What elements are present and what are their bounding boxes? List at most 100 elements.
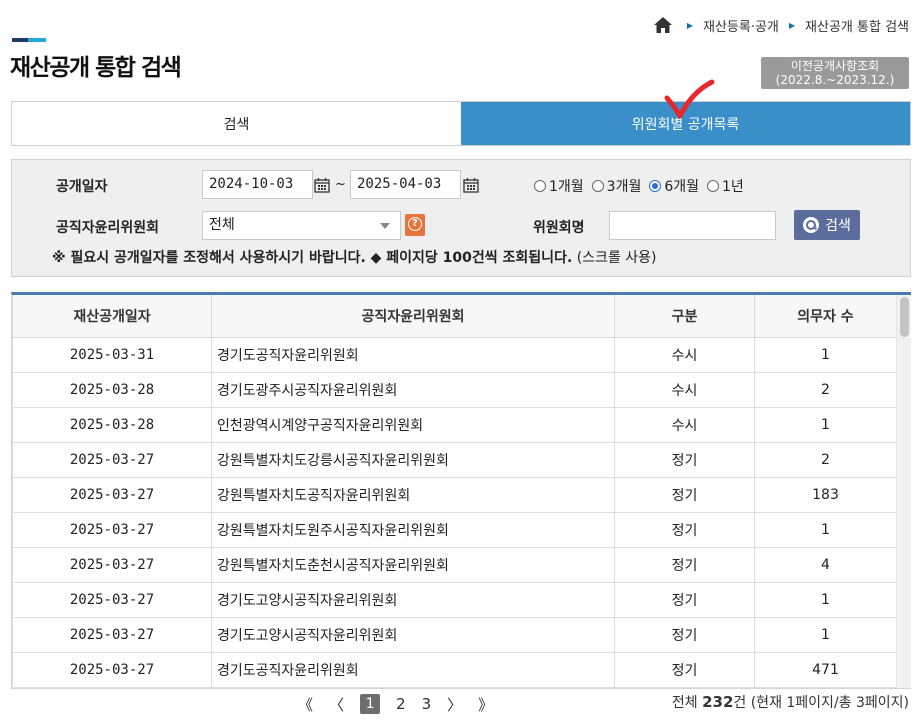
results-table: 재산공개일자 공직자윤리위원회 구분 의무자 수 2025-03-31 경기도공… [12,295,897,688]
calendar-icon[interactable] [314,177,330,193]
breadcrumb: ▶ 재산등록·공개 ▶ 재산공개 통합 검색 [653,14,909,36]
cell-count: 1 [754,616,897,653]
table-row[interactable]: 2025-03-27 경기도공직자윤리위원회 정기 471 [12,651,897,688]
cell-type: 정기 [614,546,755,583]
cell-date: 2025-03-27 [12,581,212,618]
cell-count: 1 [754,406,897,443]
table-row[interactable]: 2025-03-28 인천광역시계양구공직자윤리위원회 수시 1 [12,406,897,443]
column-header-committee[interactable]: 공직자윤리위원회 [211,295,615,338]
cell-committee[interactable]: 경기도공직자윤리위원회 [211,336,615,373]
calendar-icon[interactable] [463,177,479,193]
cell-type: 정기 [614,441,755,478]
cell-date: 2025-03-27 [12,651,212,688]
cell-committee[interactable]: 강원특별자치도공직자윤리위원회 [211,476,615,513]
notice-bold-text: ※ 필요시 공개일자를 조정해서 사용하시기 바랍니다. ◆ 페이지당 100건… [52,250,573,266]
cell-type: 수시 [614,371,755,408]
cell-type: 정기 [614,581,755,618]
period-radio-1year[interactable]: 1년 [707,176,744,196]
period-radio-group: 1개월 3개월 6개월 1년 [534,176,744,196]
cell-committee[interactable]: 인천광역시계양구공직자윤리위원회 [211,406,615,443]
table-row[interactable]: 2025-03-27 강원특별자치도원주시공직자윤리위원회 정기 1 [12,511,897,548]
cell-count: 471 [754,651,897,688]
table-scrollbar[interactable] [896,295,911,688]
date-range-separator: ~ [335,177,346,192]
notice-text: ※ 필요시 공개일자를 조정해서 사용하시기 바랍니다. ◆ 페이지당 100건… [52,247,657,267]
page-number-current[interactable]: 1 [360,694,381,714]
column-header-date[interactable]: 재산공개일자 [12,295,212,338]
cell-date: 2025-03-27 [12,476,212,513]
committee-name-input[interactable] [609,211,776,240]
page-number[interactable]: 3 [422,695,432,713]
cell-committee[interactable]: 강원특별자치도춘천시공직자윤리위원회 [211,546,615,583]
cell-date: 2025-03-27 [12,441,212,478]
prev-page-icon[interactable]: 〈 [329,694,344,715]
breadcrumb-separator-icon: ▶ [788,20,796,30]
table-row[interactable]: 2025-03-27 강원특별자치도공직자윤리위원회 정기 183 [12,476,897,513]
cell-type: 정기 [614,651,755,688]
chevron-down-icon [380,223,390,229]
cell-count: 2 [754,371,897,408]
cell-committee[interactable]: 경기도고양시공직자윤리위원회 [211,581,615,618]
cell-date: 2025-03-28 [12,406,212,443]
table-row[interactable]: 2025-03-31 경기도공직자윤리위원회 수시 1 [12,336,897,373]
cell-committee[interactable]: 강원특별자치도원주시공직자윤리위원회 [211,511,615,548]
cell-date: 2025-03-27 [12,511,212,548]
results-table-container: 재산공개일자 공직자윤리위원회 구분 의무자 수 2025-03-31 경기도공… [11,292,911,689]
cell-committee[interactable]: 경기도광주시공직자윤리위원회 [211,371,615,408]
tab-search[interactable]: 검색 [12,102,461,145]
table-row[interactable]: 2025-03-27 경기도고양시공직자윤리위원회 정기 1 [12,581,897,618]
cell-count: 1 [754,336,897,373]
home-icon[interactable] [653,16,673,34]
cell-date: 2025-03-28 [12,371,212,408]
date-label: 공개일자 [56,179,108,195]
total-count: 232 [702,693,734,711]
cell-count: 1 [754,511,897,548]
cell-committee[interactable]: 강원특별자치도강릉시공직자윤리위원회 [211,441,615,478]
red-checkmark-annotation-icon [664,79,715,119]
help-icon[interactable]: ? [405,214,425,236]
title-accent-bar [12,38,46,42]
search-icon [803,217,820,233]
cell-count: 4 [754,546,897,583]
cell-committee[interactable]: 경기도고양시공직자윤리위원회 [211,616,615,653]
cell-type: 수시 [614,336,755,373]
table-header-row: 재산공개일자 공직자윤리위원회 구분 의무자 수 [12,295,897,338]
table-row[interactable]: 2025-03-28 경기도광주시공직자윤리위원회 수시 2 [12,371,897,408]
column-header-count[interactable]: 의무자 수 [754,295,897,338]
last-page-icon[interactable]: 》 [478,694,493,715]
notice-scroll-hint: (스크롤 사용) [576,250,657,266]
committee-select[interactable]: 전체 [202,211,401,240]
breadcrumb-item[interactable]: 재산등록·공개 [703,16,779,35]
cell-date: 2025-03-27 [12,616,212,653]
pagination: 《 〈 1 2 3 〉 》 [290,690,501,718]
date-from-input[interactable]: 2024-10-03 [202,170,313,199]
table-row[interactable]: 2025-03-27 강원특별자치도강릉시공직자윤리위원회 정기 2 [12,441,897,478]
breadcrumb-item-current[interactable]: 재산공개 통합 검색 [805,16,909,35]
total-prefix: 전체 [671,695,698,711]
table-row[interactable]: 2025-03-27 강원특별자치도춘천시공직자윤리위원회 정기 4 [12,546,897,583]
date-to-input[interactable]: 2025-04-03 [350,170,461,199]
previous-disclosure-button[interactable]: 이전공개사항조회 (2022.8.~2023.12.) [761,57,909,89]
previous-disclosure-period: (2022.8.~2023.12.) [775,73,895,87]
search-button-label: 검색 [825,218,851,234]
total-suffix: 건 (현재 1페이지/총 3페이지) [733,695,909,711]
page-number[interactable]: 2 [396,695,406,713]
committee-select-value: 전체 [209,217,235,233]
cell-type: 정기 [614,511,755,548]
column-header-type[interactable]: 구분 [614,295,755,338]
period-radio-6months[interactable]: 6개월 [649,176,699,196]
cell-date: 2025-03-31 [12,336,212,373]
cell-date: 2025-03-27 [12,546,212,583]
search-button[interactable]: 검색 [794,210,860,240]
period-radio-1month[interactable]: 1개월 [534,176,584,196]
scrollbar-thumb[interactable] [900,297,909,337]
breadcrumb-separator-icon: ▶ [686,20,693,30]
cell-count: 183 [754,476,897,513]
first-page-icon[interactable]: 《 [298,694,313,715]
table-row[interactable]: 2025-03-27 경기도고양시공직자윤리위원회 정기 1 [12,616,897,653]
next-page-icon[interactable]: 〉 [447,694,462,715]
cell-count: 1 [754,581,897,618]
cell-committee[interactable]: 경기도공직자윤리위원회 [211,651,615,688]
period-radio-3months[interactable]: 3개월 [591,176,641,196]
cell-type: 정기 [614,476,755,513]
